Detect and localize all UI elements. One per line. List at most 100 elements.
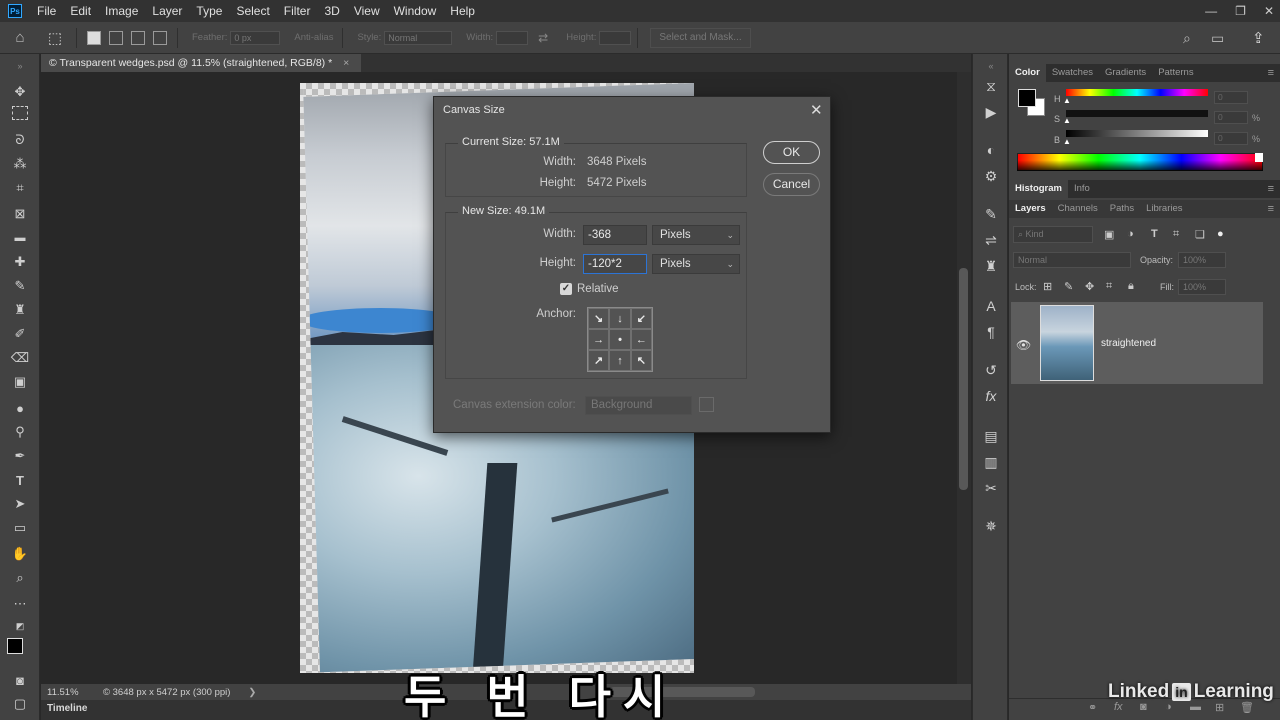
cancel-button[interactable]: Cancel: [763, 173, 820, 196]
layer-filter-kind[interactable]: ⌕ Kind: [1013, 226, 1093, 243]
tab-gradients[interactable]: Gradients: [1099, 64, 1152, 82]
path-selection-tool-icon[interactable]: ➤: [10, 494, 30, 514]
quick-selection-tool-icon[interactable]: ⁂: [10, 154, 30, 174]
collapse-icon[interactable]: «: [981, 56, 1001, 76]
menu-window[interactable]: Window: [387, 0, 444, 22]
history-brush-tool-icon[interactable]: ✐: [10, 324, 30, 344]
healing-brush-tool-icon[interactable]: ✚: [10, 252, 30, 272]
relative-checkbox[interactable]: ✓: [560, 283, 572, 295]
width-input[interactable]: -368: [583, 225, 647, 245]
lock-image-icon[interactable]: ✎: [1064, 280, 1073, 293]
canvas-extension-color-select[interactable]: Background: [585, 396, 692, 415]
hue-slider-thumb-icon[interactable]: ▲: [1063, 96, 1071, 105]
lock-transparent-icon[interactable]: ⊞: [1043, 280, 1052, 293]
document-tab[interactable]: © Transparent wedges.psd @ 11.5% (straig…: [41, 54, 361, 72]
frame-tool-icon[interactable]: ⊠: [10, 204, 30, 224]
feather-input[interactable]: 0 px: [230, 30, 281, 45]
anchor-top-left[interactable]: ↘: [588, 308, 610, 329]
gradient-tool-icon[interactable]: ▣: [10, 372, 30, 392]
spectrum-white-swatch[interactable]: [1255, 153, 1263, 162]
hue-slider[interactable]: [1066, 89, 1208, 96]
style-select[interactable]: Normal: [384, 30, 453, 45]
rectangular-marquee-tool-icon[interactable]: [12, 106, 28, 120]
move-tool-icon[interactable]: ✥: [10, 82, 30, 102]
rectangle-tool-icon[interactable]: ▭: [10, 518, 30, 538]
lock-all-icon[interactable]: 🔒︎: [1128, 280, 1134, 293]
subtract-selection-icon[interactable]: [131, 30, 145, 45]
hand-tool-icon[interactable]: ✋: [10, 544, 30, 564]
notes-icon[interactable]: ▥: [981, 452, 1001, 472]
tab-color[interactable]: Color: [1009, 64, 1046, 82]
more-tools-icon[interactable]: ⋯: [10, 594, 30, 614]
tab-patterns[interactable]: Patterns: [1152, 64, 1199, 82]
crop-tool-icon[interactable]: ⌗: [10, 178, 30, 198]
fill-input[interactable]: 100%: [1178, 279, 1226, 295]
anchor-center[interactable]: •: [609, 329, 631, 350]
antialias-checkbox[interactable]: Anti-alias: [294, 32, 333, 43]
type-filter-icon[interactable]: T: [1151, 228, 1158, 240]
panel-menu-icon[interactable]: ≡: [1268, 67, 1274, 79]
panel-menu-icon[interactable]: ≡: [1268, 183, 1274, 195]
character-icon[interactable]: A: [981, 296, 1001, 316]
menu-view[interactable]: View: [347, 0, 387, 22]
tab-swatches[interactable]: Swatches: [1046, 64, 1099, 82]
menu-3d[interactable]: 3D: [317, 0, 346, 22]
intersect-selection-icon[interactable]: [153, 30, 167, 45]
lock-position-icon[interactable]: ✥: [1085, 280, 1094, 293]
ok-button[interactable]: OK: [763, 141, 820, 164]
add-selection-icon[interactable]: [109, 30, 123, 45]
dodge-tool-icon[interactable]: ⚲: [10, 422, 30, 442]
height-input[interactable]: -120*2: [583, 254, 647, 274]
menu-layer[interactable]: Layer: [145, 0, 189, 22]
saturation-value[interactable]: 0: [1214, 111, 1248, 124]
anchor-middle-left[interactable]: →: [588, 329, 610, 350]
swap-icon[interactable]: ⇄: [538, 31, 548, 45]
link-layers-icon[interactable]: ⚭: [1088, 701, 1097, 714]
type-tool-icon[interactable]: T: [10, 470, 30, 490]
anchor-middle-right[interactable]: ←: [630, 329, 652, 350]
tab-info[interactable]: Info: [1068, 180, 1096, 198]
select-and-mask-button[interactable]: Select and Mask...: [650, 27, 751, 48]
menu-type[interactable]: Type: [189, 0, 229, 22]
lock-artboard-icon[interactable]: ⌗: [1106, 280, 1112, 293]
width-unit-select[interactable]: Pixels ⌄: [652, 225, 740, 245]
pen-tool-icon[interactable]: ✒: [10, 446, 30, 466]
vertical-scroll-thumb[interactable]: [959, 268, 968, 490]
home-icon[interactable]: ⌂: [0, 29, 40, 46]
canvas-extension-color-swatch[interactable]: [699, 397, 714, 412]
menu-image[interactable]: Image: [98, 0, 145, 22]
blend-mode-select[interactable]: Normal: [1013, 252, 1131, 268]
brightness-slider-thumb-icon[interactable]: ▲: [1063, 137, 1071, 146]
clone-source-icon[interactable]: ♜: [981, 256, 1001, 276]
zoom-level[interactable]: 11.51%: [47, 687, 99, 698]
eraser-tool-icon[interactable]: ⌫: [10, 348, 30, 368]
new-selection-icon[interactable]: [87, 30, 101, 45]
foreground-color-swatch[interactable]: [1018, 89, 1036, 107]
shape-filter-icon[interactable]: ⌗: [1173, 228, 1179, 241]
height-unit-select[interactable]: Pixels ⌄: [652, 254, 740, 274]
status-arrow-icon[interactable]: ❯: [248, 687, 256, 698]
smart-object-filter-icon[interactable]: ❏: [1195, 228, 1205, 241]
brushes-icon[interactable]: ✎: [981, 204, 1001, 224]
collapse-icon[interactable]: »: [10, 56, 30, 76]
anchor-top-right[interactable]: ↙: [630, 308, 652, 329]
paragraph-icon[interactable]: ¶: [981, 322, 1001, 342]
tab-libraries[interactable]: Libraries: [1140, 200, 1188, 218]
menu-edit[interactable]: Edit: [63, 0, 98, 22]
brightness-value[interactable]: 0: [1214, 132, 1248, 145]
panel-menu-icon[interactable]: ≡: [1268, 203, 1274, 215]
workspace-icon[interactable]: ▭: [1211, 30, 1224, 47]
lasso-tool-icon[interactable]: ᘐ: [10, 130, 30, 150]
tab-histogram[interactable]: Histogram: [1009, 180, 1068, 198]
minimize-icon[interactable]: —: [1205, 4, 1217, 18]
hue-value[interactable]: 0: [1214, 91, 1248, 104]
brightness-slider[interactable]: [1066, 130, 1208, 137]
anchor-bottom-right[interactable]: ↖: [630, 350, 652, 371]
height-input[interactable]: [599, 30, 632, 45]
tab-paths[interactable]: Paths: [1104, 200, 1140, 218]
menu-filter[interactable]: Filter: [277, 0, 318, 22]
opacity-input[interactable]: 100%: [1178, 252, 1226, 268]
default-colors-icon[interactable]: ◩: [10, 616, 30, 636]
layer-name[interactable]: straightened: [1101, 338, 1156, 349]
styles-fx-icon[interactable]: fx: [981, 386, 1001, 406]
